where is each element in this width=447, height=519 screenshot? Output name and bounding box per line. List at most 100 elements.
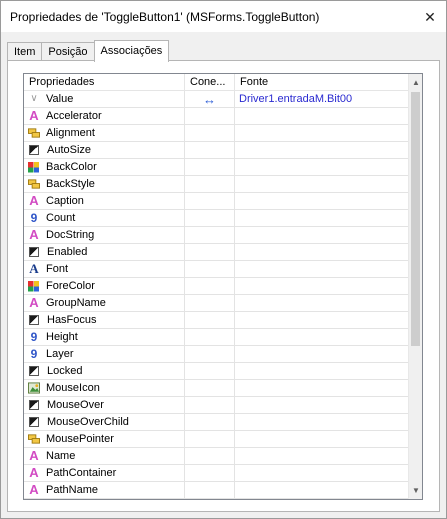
table-row[interactable]: AutoSize	[24, 142, 409, 159]
property-cell[interactable]: MousePointer	[24, 431, 185, 447]
connection-cell[interactable]	[185, 261, 235, 277]
table-row[interactable]: MouseOverChild	[24, 414, 409, 431]
scroll-down-icon[interactable]: ▼	[409, 482, 422, 499]
property-cell[interactable]: ∨ Value	[24, 91, 185, 107]
connection-cell[interactable]	[185, 193, 235, 209]
source-cell[interactable]	[235, 465, 409, 481]
source-cell[interactable]	[235, 227, 409, 243]
table-row[interactable]: Locked	[24, 363, 409, 380]
connection-cell[interactable]	[185, 465, 235, 481]
source-cell[interactable]	[235, 431, 409, 447]
connection-cell[interactable]	[185, 312, 235, 328]
connection-cell[interactable]	[185, 125, 235, 141]
property-cell[interactable]: A Caption	[24, 193, 185, 209]
connection-cell[interactable]	[185, 227, 235, 243]
source-cell[interactable]	[235, 448, 409, 464]
source-cell[interactable]	[235, 125, 409, 141]
column-header-source[interactable]: Fonte	[235, 74, 409, 91]
connection-cell[interactable]	[185, 380, 235, 396]
property-cell[interactable]: A Font	[24, 261, 185, 277]
source-cell[interactable]	[235, 159, 409, 175]
source-cell[interactable]	[235, 363, 409, 379]
property-cell[interactable]: MouseOverChild	[24, 414, 185, 430]
property-cell[interactable]: MouseOver	[24, 397, 185, 413]
connection-cell[interactable]	[185, 159, 235, 175]
tab-item[interactable]: Item	[7, 42, 43, 61]
property-cell[interactable]: A PathName	[24, 482, 185, 498]
source-cell[interactable]	[235, 414, 409, 430]
property-cell[interactable]: 9 Count	[24, 210, 185, 226]
property-cell[interactable]: 9 Layer	[24, 346, 185, 362]
table-row[interactable]: 9 Count	[24, 210, 409, 227]
connection-cell[interactable]	[185, 448, 235, 464]
connection-cell[interactable]	[185, 329, 235, 345]
table-row[interactable]: Alignment	[24, 125, 409, 142]
connection-cell[interactable]	[185, 397, 235, 413]
source-cell[interactable]	[235, 482, 409, 498]
table-row[interactable]: A PathContainer	[24, 465, 409, 482]
connection-cell[interactable]	[185, 431, 235, 447]
source-cell[interactable]	[235, 261, 409, 277]
property-cell[interactable]: A PathContainer	[24, 465, 185, 481]
connection-cell[interactable]	[185, 176, 235, 192]
property-cell[interactable]: 9 Height	[24, 329, 185, 345]
property-cell[interactable]: A GroupName	[24, 295, 185, 311]
property-cell[interactable]: Alignment	[24, 125, 185, 141]
table-row[interactable]: A PathName	[24, 482, 409, 499]
source-cell[interactable]	[235, 346, 409, 362]
connection-cell[interactable]	[185, 295, 235, 311]
table-row[interactable]: A DocString	[24, 227, 409, 244]
connection-cell[interactable]	[185, 414, 235, 430]
source-cell[interactable]	[235, 329, 409, 345]
table-row[interactable]: BackColor	[24, 159, 409, 176]
property-cell[interactable]: BackColor	[24, 159, 185, 175]
property-cell[interactable]: AutoSize	[24, 142, 185, 158]
source-cell[interactable]	[235, 295, 409, 311]
table-row[interactable]: HasFocus	[24, 312, 409, 329]
property-cell[interactable]: A Name	[24, 448, 185, 464]
source-cell[interactable]	[235, 278, 409, 294]
table-row[interactable]: A Accelerator	[24, 108, 409, 125]
close-button[interactable]: ✕	[416, 3, 444, 31]
connection-cell[interactable]	[185, 244, 235, 260]
connection-cell[interactable]	[185, 142, 235, 158]
source-cell[interactable]	[235, 244, 409, 260]
source-cell[interactable]	[235, 397, 409, 413]
table-row[interactable]: MouseOver	[24, 397, 409, 414]
property-cell[interactable]: HasFocus	[24, 312, 185, 328]
property-cell[interactable]: A DocString	[24, 227, 185, 243]
table-row[interactable]: MouseIcon	[24, 380, 409, 397]
table-row[interactable]: ∨ Value ↔ Driver1.entradaM.Bit00	[24, 91, 409, 108]
source-cell[interactable]	[235, 380, 409, 396]
source-cell[interactable]	[235, 108, 409, 124]
connection-cell[interactable]	[185, 210, 235, 226]
table-row[interactable]: BackStyle	[24, 176, 409, 193]
source-cell[interactable]	[235, 210, 409, 226]
connection-cell[interactable]	[185, 363, 235, 379]
source-cell[interactable]	[235, 176, 409, 192]
connection-cell[interactable]	[185, 346, 235, 362]
scroll-up-icon[interactable]: ▲	[409, 74, 422, 91]
table-row[interactable]: A Caption	[24, 193, 409, 210]
source-cell[interactable]	[235, 142, 409, 158]
connection-cell[interactable]: ↔	[185, 91, 235, 107]
connection-cell[interactable]	[185, 482, 235, 498]
scroll-thumb[interactable]	[411, 92, 420, 346]
table-row[interactable]: A GroupName	[24, 295, 409, 312]
table-row[interactable]: A Font	[24, 261, 409, 278]
property-cell[interactable]: A Accelerator	[24, 108, 185, 124]
tab-associacoes[interactable]: Associações	[93, 40, 170, 62]
vertical-scrollbar[interactable]: ▲ ▼	[408, 74, 422, 499]
source-cell[interactable]	[235, 312, 409, 328]
property-cell[interactable]: ForeColor	[24, 278, 185, 294]
property-cell[interactable]: Locked	[24, 363, 185, 379]
connection-cell[interactable]	[185, 108, 235, 124]
connection-cell[interactable]	[185, 278, 235, 294]
table-row[interactable]: Enabled	[24, 244, 409, 261]
property-cell[interactable]: Enabled	[24, 244, 185, 260]
source-cell[interactable]	[235, 193, 409, 209]
table-row[interactable]: 9 Layer	[24, 346, 409, 363]
column-header-connection[interactable]: Cone...	[185, 74, 235, 91]
source-cell[interactable]: Driver1.entradaM.Bit00	[235, 91, 409, 107]
property-cell[interactable]: BackStyle	[24, 176, 185, 192]
